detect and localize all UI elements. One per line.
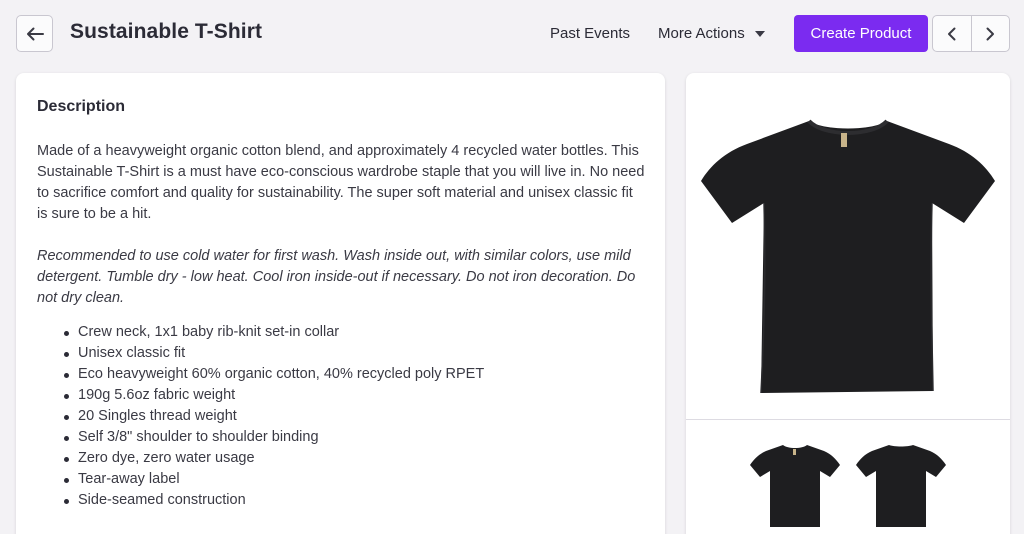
more-actions-label: More Actions xyxy=(658,25,745,42)
product-thumbnail-back[interactable] xyxy=(854,441,948,531)
feature-item: Zero dye, zero water usage xyxy=(37,448,484,469)
more-actions-dropdown[interactable]: More Actions xyxy=(658,25,765,42)
page-title: Sustainable T-Shirt xyxy=(70,20,263,43)
feature-item: Self 3/8" shoulder to shoulder binding xyxy=(37,427,484,448)
page-header: Sustainable T-Shirt Past Events More Act… xyxy=(0,0,1024,68)
description-paragraph: Made of a heavyweight organic cotton ble… xyxy=(37,143,645,222)
next-button[interactable] xyxy=(970,16,1010,51)
past-events-link[interactable]: Past Events xyxy=(550,25,630,42)
feature-item: 190g 5.6oz fabric weight xyxy=(37,385,484,406)
feature-item: Crew neck, 1x1 baby rib-knit set-in coll… xyxy=(37,322,484,343)
feature-item: Side-seamed construction xyxy=(37,490,484,511)
back-button[interactable] xyxy=(16,15,53,52)
feature-item: Tear-away label xyxy=(37,469,484,490)
product-thumbnail-front[interactable] xyxy=(748,441,842,531)
create-product-button[interactable]: Create Product xyxy=(794,15,928,52)
feature-item: Unisex classic fit xyxy=(37,343,484,364)
image-divider xyxy=(686,419,1010,420)
product-image-card xyxy=(686,73,1010,534)
previous-button[interactable] xyxy=(933,16,971,51)
product-main-image[interactable] xyxy=(686,73,1010,419)
description-card: Description Made of a heavyweight organi… xyxy=(16,73,665,534)
feature-item: 20 Singles thread weight xyxy=(37,406,484,427)
chevron-left-icon xyxy=(947,27,956,40)
record-pager xyxy=(932,15,1010,52)
description-heading: Description xyxy=(37,98,126,115)
caret-down-icon xyxy=(754,30,765,37)
feature-item: Eco heavyweight 60% organic cotton, 40% … xyxy=(37,364,484,385)
care-instructions: Recommended to use cold water for first … xyxy=(37,248,636,306)
chevron-right-icon xyxy=(986,27,995,40)
arrow-left-icon xyxy=(26,27,44,40)
feature-list: Crew neck, 1x1 baby rib-knit set-in coll… xyxy=(37,322,484,511)
